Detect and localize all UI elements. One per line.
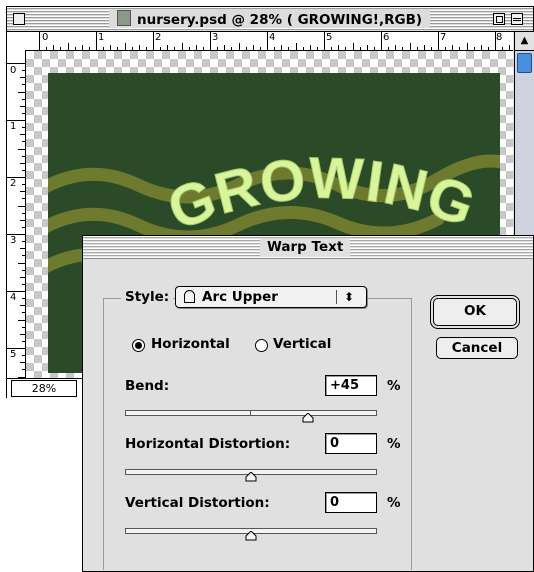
scroll-up-arrow-icon[interactable]: ▲ [515, 32, 534, 51]
ruler-label: 0 [10, 65, 17, 76]
file-icon [117, 10, 131, 26]
horizontal-radio[interactable] [132, 339, 145, 352]
vertical-radio[interactable] [255, 339, 268, 352]
ruler-label: 1 [98, 32, 105, 43]
ruler-label: 5 [10, 349, 17, 360]
style-label: Style: [121, 289, 174, 305]
popup-divider [336, 290, 337, 304]
horizontal-distortion-label: Horizontal Distortion: [125, 436, 291, 452]
up-down-arrows-icon: ⬍ [344, 290, 355, 304]
document-title: nursery.psd @ 28% ( GROWING!,RGB) [109, 10, 431, 28]
top-ruler[interactable]: 0 1 2 3 4 5 6 7 8 [7, 32, 513, 51]
bend-label: Bend: [125, 378, 170, 394]
ruler-label: 2 [10, 178, 17, 189]
vertical-radio-label[interactable]: Vertical [273, 336, 331, 352]
bend-slider-thumb[interactable] [302, 413, 314, 423]
horizontal-distortion-slider-thumb[interactable] [245, 472, 257, 482]
close-box-icon[interactable] [13, 13, 25, 25]
style-popup-menu[interactable]: Arc Upper ⬍ [175, 286, 367, 308]
ruler-label: 5 [326, 32, 333, 43]
style-value: Arc Upper [202, 289, 278, 305]
ok-button[interactable]: OK [433, 298, 517, 326]
document-title-bar[interactable]: nursery.psd @ 28% ( GROWING!,RGB) [7, 7, 533, 32]
ruler-label: 6 [383, 32, 390, 43]
ruler-label: 1 [10, 121, 17, 132]
zoom-box-icon[interactable] [493, 13, 505, 25]
ruler-label: 4 [10, 292, 17, 303]
zoom-level-field[interactable]: 28% [11, 380, 77, 397]
ruler-label: 3 [10, 235, 17, 246]
horizontal-radio-label[interactable]: Horizontal [151, 336, 230, 352]
document-title-text: nursery.psd @ 28% ( GROWING!,RGB) [137, 12, 423, 28]
horizontal-distortion-unit: % [387, 436, 401, 452]
bend-input[interactable]: +45 [325, 375, 377, 396]
vertical-distortion-label: Vertical Distortion: [125, 495, 270, 511]
vertical-distortion-input[interactable]: 0 [325, 492, 377, 513]
scroll-thumb[interactable] [517, 53, 532, 73]
arc-upper-icon [184, 290, 195, 303]
left-ruler[interactable]: 0 1 2 3 4 5 [7, 50, 26, 378]
collapse-box-icon[interactable] [511, 13, 523, 25]
ruler-label: 3 [212, 32, 219, 43]
ruler-label: 0 [42, 32, 49, 43]
bend-unit: % [387, 378, 401, 394]
horizontal-distortion-input[interactable]: 0 [325, 433, 377, 454]
left-ruler-ticks [7, 63, 25, 378]
vertical-distortion-unit: % [387, 495, 401, 511]
ruler-label: 2 [155, 32, 162, 43]
dialog-title-bar[interactable]: Warp Text [83, 236, 533, 259]
dialog-title: Warp Text [260, 238, 351, 256]
growing-text: GROWING! [48, 73, 484, 243]
svg-text:GROWING!: GROWING! [48, 73, 484, 243]
ruler-label: 4 [269, 32, 276, 43]
ruler-label: 8 [496, 32, 503, 43]
warp-text-dialog: Warp Text Style: Arc Upper ⬍ Horizontal … [82, 235, 534, 572]
bend-slider-center-tick [125, 405, 377, 419]
vertical-distortion-slider-thumb[interactable] [245, 531, 257, 541]
ruler-label: 7 [440, 32, 447, 43]
cancel-button[interactable]: Cancel [436, 337, 518, 359]
